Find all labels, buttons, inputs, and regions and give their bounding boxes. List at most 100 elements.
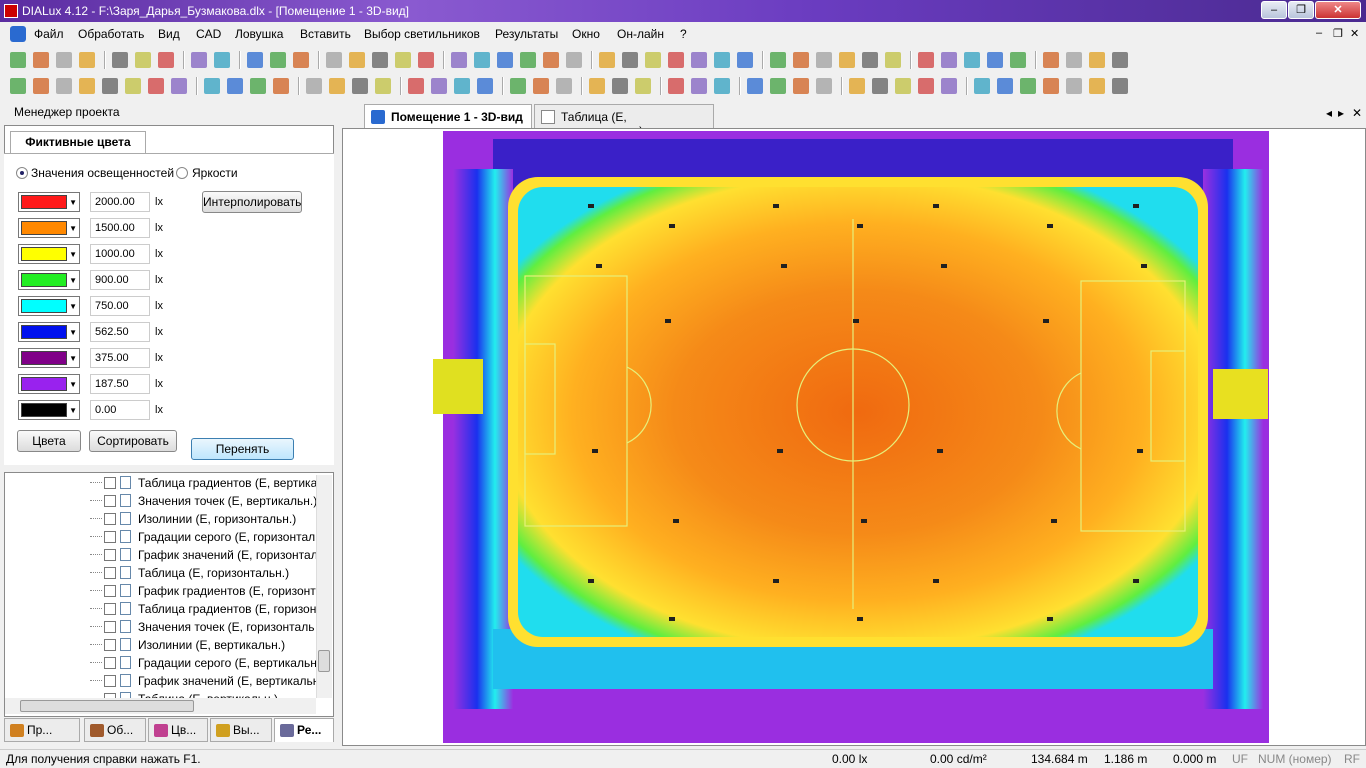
- toolbar-icon[interactable]: [33, 52, 49, 68]
- toolbar-icon[interactable]: [691, 52, 707, 68]
- color-swatch-0[interactable]: ▼: [18, 192, 80, 212]
- toolbar-icon[interactable]: [543, 52, 559, 68]
- toolbar-icon[interactable]: [691, 78, 707, 94]
- toolbar-icon[interactable]: [941, 52, 957, 68]
- bottom-tab-results[interactable]: Ре...: [274, 718, 334, 742]
- toolbar-icon[interactable]: [1089, 52, 1105, 68]
- toolbar-icon[interactable]: [668, 52, 684, 68]
- bottom-tab-project[interactable]: Пр...: [4, 718, 80, 742]
- radio-illuminance[interactable]: [16, 167, 28, 179]
- radio-luminance[interactable]: [176, 167, 188, 179]
- toolbar-icon[interactable]: [1010, 52, 1026, 68]
- toolbar-icon[interactable]: [273, 78, 289, 94]
- toolbar-icon[interactable]: [816, 52, 832, 68]
- toolbar-icon[interactable]: [941, 78, 957, 94]
- toolbar-icon[interactable]: [1089, 78, 1105, 94]
- tree-checkbox[interactable]: [104, 639, 116, 651]
- threshold-value-6[interactable]: 375.00: [90, 348, 150, 368]
- toolbar-icon[interactable]: [250, 78, 266, 94]
- toolbar-icon[interactable]: [599, 52, 615, 68]
- tab-table-horizontal[interactable]: Таблица (E, горизонтальн.): [534, 104, 714, 138]
- toolbar-icon[interactable]: [33, 78, 49, 94]
- menu-online[interactable]: Он-лайн: [617, 27, 664, 41]
- toolbar-icon[interactable]: [1112, 52, 1128, 68]
- menu-results[interactable]: Результаты: [495, 27, 558, 41]
- interpolate-button[interactable]: Интерполировать: [202, 191, 302, 213]
- toolbar-icon[interactable]: [135, 52, 151, 68]
- document-icon[interactable]: [10, 26, 26, 42]
- toolbar-icon[interactable]: [1066, 78, 1082, 94]
- toolbar-icon[interactable]: [520, 52, 536, 68]
- threshold-value-3[interactable]: 900.00: [90, 270, 150, 290]
- tree-checkbox[interactable]: [104, 657, 116, 669]
- tree-checkbox[interactable]: [104, 531, 116, 543]
- tree-checkbox[interactable]: [104, 513, 116, 525]
- toolbar-icon[interactable]: [270, 52, 286, 68]
- toolbar-icon[interactable]: [918, 52, 934, 68]
- toolbar-icon[interactable]: [395, 52, 411, 68]
- apply-button[interactable]: Перенять: [191, 438, 294, 460]
- tree-vertical-thumb[interactable]: [318, 650, 330, 672]
- dropdown-arrow-icon[interactable]: ▼: [69, 355, 77, 363]
- toolbar-icon[interactable]: [214, 52, 230, 68]
- toolbar-icon[interactable]: [112, 52, 128, 68]
- tree-checkbox[interactable]: [104, 495, 116, 507]
- color-swatch-1[interactable]: ▼: [18, 218, 80, 238]
- bottom-tab-objects[interactable]: Об...: [84, 718, 146, 742]
- toolbar-icon[interactable]: [793, 78, 809, 94]
- toolbar-icon[interactable]: [714, 52, 730, 68]
- toolbar-icon[interactable]: [885, 52, 901, 68]
- false-color-render[interactable]: [343, 129, 1365, 745]
- menu-snap[interactable]: Ловушка: [235, 27, 283, 41]
- toolbar-icon[interactable]: [635, 78, 651, 94]
- toolbar-icon[interactable]: [1112, 78, 1128, 94]
- tab-close-button[interactable]: ✕: [1352, 106, 1362, 120]
- toolbar-icon[interactable]: [497, 52, 513, 68]
- menu-help[interactable]: ?: [680, 27, 687, 41]
- toolbar-icon[interactable]: [451, 52, 467, 68]
- color-swatch-5[interactable]: ▼: [18, 322, 80, 342]
- toolbar-icon[interactable]: [477, 78, 493, 94]
- toolbar-icon[interactable]: [770, 52, 786, 68]
- toolbar-icon[interactable]: [191, 52, 207, 68]
- close-button[interactable]: ✕: [1315, 1, 1361, 19]
- toolbar-icon[interactable]: [431, 78, 447, 94]
- maximize-button[interactable]: ❐: [1288, 1, 1314, 19]
- toolbar-icon[interactable]: [372, 52, 388, 68]
- toolbar-icon[interactable]: [987, 52, 1003, 68]
- toolbar-icon[interactable]: [10, 52, 26, 68]
- tab-3d-view[interactable]: Помещение 1 - 3D-вид: [364, 104, 532, 128]
- tab-false-colors[interactable]: Фиктивные цвета: [10, 131, 146, 153]
- color-swatch-3[interactable]: ▼: [18, 270, 80, 290]
- menu-luminaire-selection[interactable]: Выбор светильников: [364, 27, 480, 41]
- toolbar-icon[interactable]: [1043, 78, 1059, 94]
- mdi-restore-button[interactable]: ❐: [1333, 27, 1343, 40]
- dropdown-arrow-icon[interactable]: ▼: [69, 277, 77, 285]
- threshold-value-2[interactable]: 1000.00: [90, 244, 150, 264]
- dropdown-arrow-icon[interactable]: ▼: [69, 407, 77, 415]
- toolbar-icon[interactable]: [125, 78, 141, 94]
- color-swatch-7[interactable]: ▼: [18, 374, 80, 394]
- toolbar-icon[interactable]: [849, 78, 865, 94]
- threshold-value-4[interactable]: 750.00: [90, 296, 150, 316]
- toolbar-icon[interactable]: [306, 78, 322, 94]
- toolbar-icon[interactable]: [1066, 52, 1082, 68]
- toolbar-icon[interactable]: [204, 78, 220, 94]
- toolbar-icon[interactable]: [839, 52, 855, 68]
- toolbar-icon[interactable]: [349, 52, 365, 68]
- dropdown-arrow-icon[interactable]: ▼: [69, 329, 77, 337]
- toolbar-icon[interactable]: [612, 78, 628, 94]
- dropdown-arrow-icon[interactable]: ▼: [69, 303, 77, 311]
- color-swatch-2[interactable]: ▼: [18, 244, 80, 264]
- tree-checkbox[interactable]: [104, 585, 116, 597]
- mdi-minimize-button[interactable]: –: [1316, 27, 1322, 39]
- toolbar-icon[interactable]: [79, 78, 95, 94]
- toolbar-icon[interactable]: [227, 78, 243, 94]
- toolbar-icon[interactable]: [770, 78, 786, 94]
- toolbar-icon[interactable]: [862, 52, 878, 68]
- dropdown-arrow-icon[interactable]: ▼: [69, 225, 77, 233]
- toolbar-icon[interactable]: [158, 52, 174, 68]
- toolbar-icon[interactable]: [714, 78, 730, 94]
- toolbar-icon[interactable]: [102, 78, 118, 94]
- tree-checkbox[interactable]: [104, 675, 116, 687]
